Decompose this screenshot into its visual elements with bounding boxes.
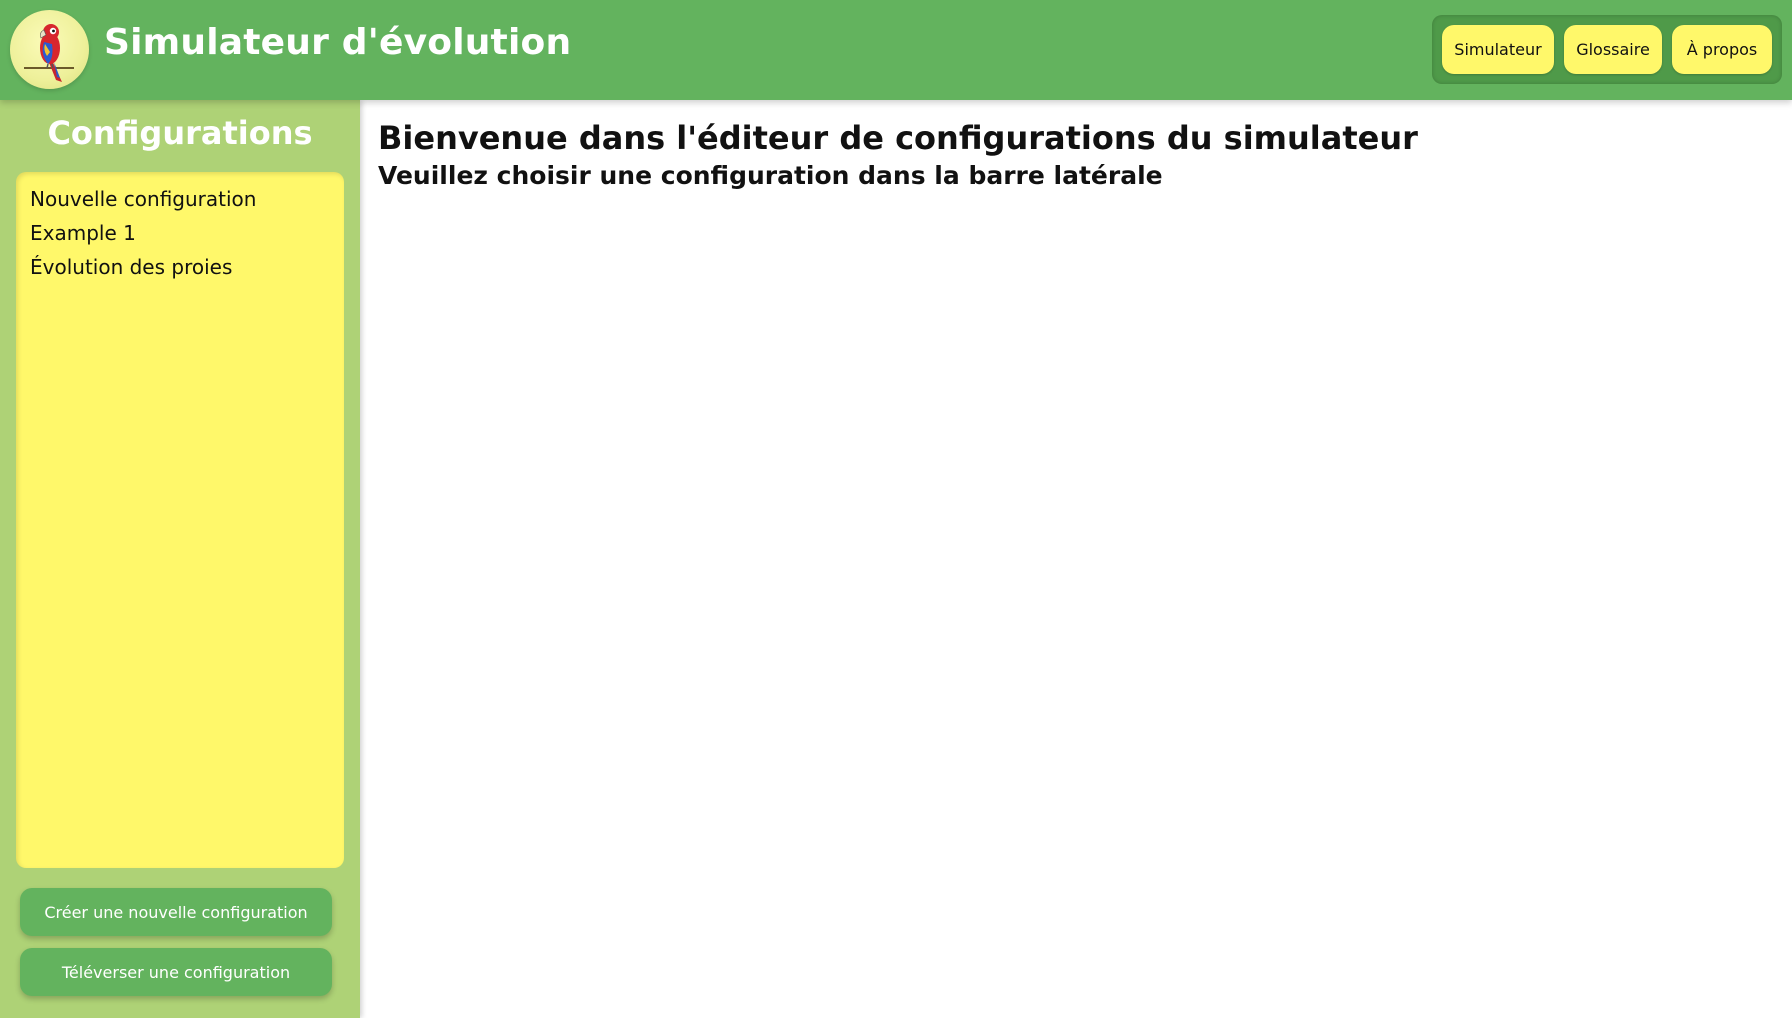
nav-a-propos-button[interactable]: À propos — [1672, 25, 1772, 74]
config-item-nouvelle-configuration[interactable]: Nouvelle configuration — [30, 182, 344, 216]
parrot-icon — [24, 24, 74, 82]
create-configuration-button[interactable]: Créer une nouvelle configuration — [20, 888, 332, 936]
sidebar-title: Configurations — [47, 114, 313, 152]
app-title: Simulateur d'évolution — [104, 22, 572, 63]
config-item-example-1[interactable]: Example 1 — [30, 216, 344, 250]
welcome-subtitle: Veuillez choisir une configuration dans … — [378, 161, 1163, 190]
main-content: Bienvenue dans l'éditeur de configuratio… — [378, 116, 1778, 192]
nav-simulateur-button[interactable]: Simulateur — [1442, 25, 1554, 74]
top-nav: Simulateur Glossaire À propos — [1432, 15, 1782, 84]
parrot-logo-icon[interactable] — [10, 10, 89, 89]
configuration-list: Nouvelle configuration Example 1 Évoluti… — [16, 172, 344, 868]
nav-glossaire-button[interactable]: Glossaire — [1564, 25, 1662, 74]
app-header: Simulateur d'évolution Simulateur Glossa… — [0, 0, 1792, 100]
sidebar: Configurations Nouvelle configuration Ex… — [0, 100, 360, 1018]
upload-configuration-button[interactable]: Téléverser une configuration — [20, 948, 332, 996]
config-item-evolution-des-proies[interactable]: Évolution des proies — [30, 250, 344, 284]
welcome-title: Bienvenue dans l'éditeur de configuratio… — [378, 119, 1418, 157]
